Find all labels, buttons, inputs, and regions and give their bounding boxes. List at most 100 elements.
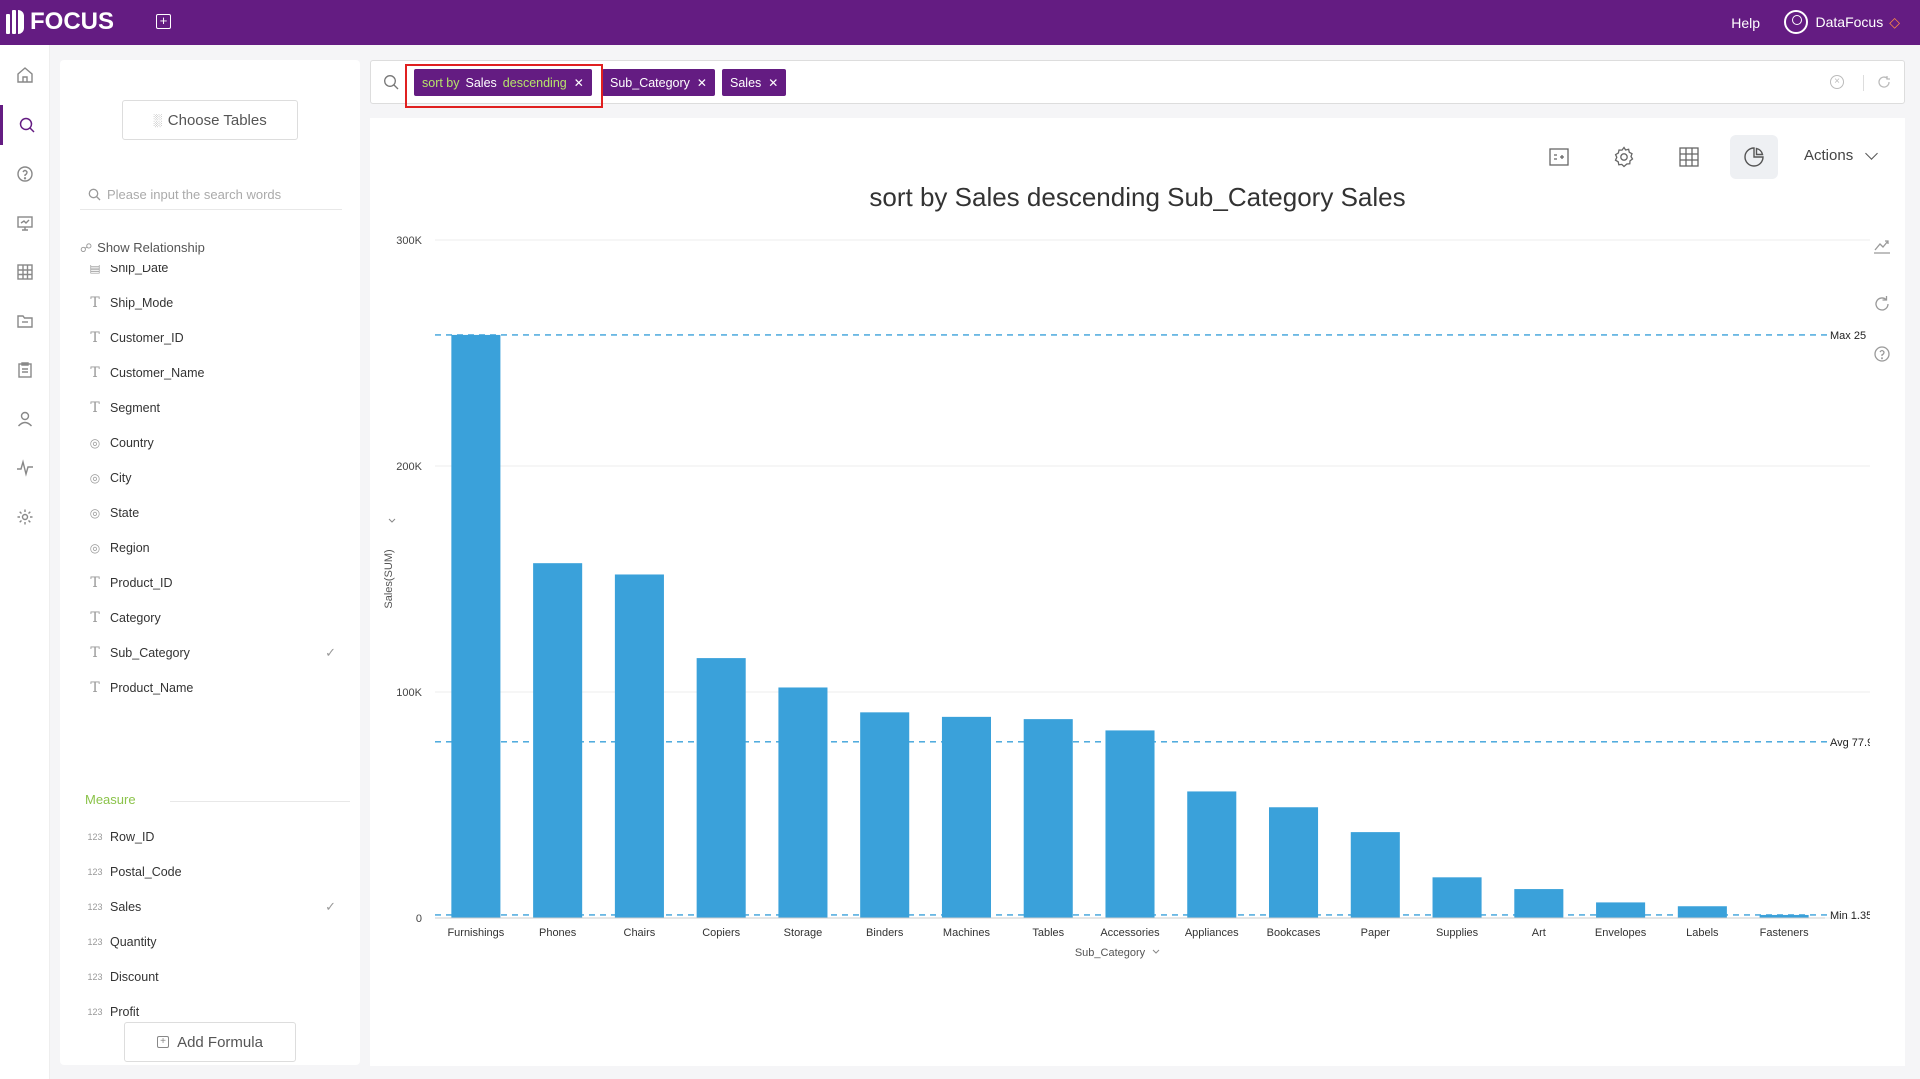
text-type-icon: T — [90, 295, 100, 311]
x-tick-label: Bookcases — [1267, 927, 1321, 939]
add-formula-button[interactable]: + Add Formula — [124, 1022, 296, 1062]
field-search-input[interactable]: Please input the search words — [80, 180, 342, 210]
search-placeholder: Please input the search words — [107, 187, 282, 202]
token-column: Sales — [730, 75, 762, 90]
field-item-country[interactable]: ◎ Country — [80, 433, 350, 453]
actions-label: Actions — [1804, 147, 1854, 164]
dashboard-icon[interactable] — [0, 203, 50, 243]
grid-table-icon[interactable] — [1665, 135, 1713, 179]
home-icon[interactable] — [0, 55, 50, 95]
field-item-product-id[interactable]: T Product_ID — [80, 573, 350, 593]
plus-icon: + — [157, 1036, 170, 1048]
field-label: Segment — [110, 401, 161, 415]
bar — [1187, 791, 1237, 918]
field-item-ship-date[interactable]: ▤ Ship_Date — [80, 265, 350, 278]
bar — [1514, 889, 1564, 918]
field-item-customer-id[interactable]: T Customer_ID — [80, 328, 350, 348]
field-item-product-name[interactable]: T Product_Name — [80, 678, 350, 698]
query-token[interactable]: Sales ✕ — [722, 69, 787, 96]
clear-icon[interactable]: × — [1830, 75, 1844, 89]
trend-line-icon[interactable] — [1872, 236, 1892, 256]
actions-menu[interactable]: Actions — [1804, 147, 1879, 164]
field-label: Sales — [110, 900, 142, 914]
field-item-state[interactable]: ◎ State — [80, 503, 350, 523]
y-tick-label: 300K — [396, 235, 422, 247]
text-type-icon: T — [90, 400, 100, 416]
field-label: State — [110, 506, 140, 520]
settings-icon[interactable] — [0, 497, 50, 537]
clipboard-icon[interactable] — [0, 350, 50, 390]
field-item-profit[interactable]: 123 Profit — [80, 1002, 350, 1022]
field-item-city[interactable]: ◎ City — [80, 468, 350, 488]
bar — [533, 563, 583, 918]
user-name: DataFocus — [1815, 14, 1884, 30]
text-type-icon: T — [90, 365, 100, 381]
bar — [778, 687, 828, 918]
measure-divider — [170, 801, 350, 802]
answer-summary-icon[interactable] — [1535, 135, 1583, 179]
link-icon: ☍ — [80, 240, 93, 255]
field-item-sales[interactable]: 123 Sales ✓ — [80, 897, 350, 917]
field-item-region[interactable]: ◎ Region — [80, 538, 350, 558]
bar — [1432, 877, 1482, 918]
logo-icon — [6, 10, 26, 34]
bar — [1677, 906, 1727, 918]
field-item-row-id[interactable]: 123 Row_ID — [80, 827, 350, 847]
x-tick-label: Machines — [943, 927, 991, 939]
logo-text: FOCUS — [30, 8, 114, 35]
query-token[interactable]: Sub_Category ✕ — [602, 69, 715, 96]
field-label: Customer_ID — [110, 331, 184, 345]
field-item-discount[interactable]: 123 Discount — [80, 967, 350, 987]
reference-line-label: Min 1.35K — [1830, 910, 1870, 922]
bar — [941, 716, 991, 918]
x-tick-label: Furnishings — [447, 927, 504, 939]
field-list: ▤ Ship_Date T Ship_Mode T Customer_ID T Custome… — [80, 265, 350, 1045]
data-sidebar: ░ Choose Tables Please input the search … — [60, 60, 360, 1065]
field-item-segment[interactable]: T Segment — [80, 398, 350, 418]
field-label: City — [110, 471, 132, 485]
geo-type-icon: ◎ — [89, 436, 101, 450]
show-relationship-link[interactable]: ☍ Show Relationship — [80, 240, 205, 255]
user-icon[interactable] — [0, 399, 50, 439]
table-icon[interactable] — [0, 252, 50, 292]
chart-title: sort by Sales descending Sub_Category Sa… — [869, 182, 1406, 212]
field-label: Ship_Mode — [110, 296, 174, 310]
user-avatar-icon — [1783, 10, 1808, 34]
top-bar: FOCUS + Help DataFocus ◇ — [0, 0, 1920, 45]
number-type-icon: 123 — [87, 867, 103, 877]
remove-token-icon[interactable]: ✕ — [768, 76, 778, 90]
folder-icon[interactable] — [0, 301, 50, 341]
gear-icon[interactable] — [1600, 135, 1648, 179]
measure-section-label: Measure — [85, 792, 136, 807]
search-nav-icon[interactable] — [0, 105, 50, 145]
reset-icon[interactable] — [1872, 294, 1892, 314]
help-link[interactable]: Help — [1731, 15, 1760, 31]
chart-type-icon[interactable] — [1730, 135, 1778, 179]
bar-chart-icon: ░ — [153, 113, 162, 127]
refresh-icon[interactable] — [1876, 74, 1892, 90]
field-label: Postal_Code — [110, 865, 182, 879]
field-item-quantity[interactable]: 123 Quantity — [80, 932, 350, 952]
remove-token-icon[interactable]: ✕ — [697, 76, 707, 90]
monitor-icon[interactable] — [0, 448, 50, 488]
field-item-sub-category[interactable]: T Sub_Category ✓ — [80, 643, 350, 663]
help-circle-icon[interactable] — [1872, 344, 1892, 364]
field-item-postal-code[interactable]: 123 Postal_Code — [80, 862, 350, 882]
field-label: Sub_Category — [110, 646, 190, 660]
text-type-icon: T — [90, 610, 100, 626]
bar — [1269, 807, 1319, 918]
bar — [614, 574, 664, 918]
new-tab-icon[interactable]: + — [156, 14, 171, 29]
field-item-customer-name[interactable]: T Customer_Name — [80, 363, 350, 383]
bar — [1105, 730, 1155, 918]
question-icon[interactable] — [0, 154, 50, 194]
field-item-category[interactable]: T Category — [80, 608, 350, 628]
focus-logo[interactable]: FOCUS — [6, 8, 114, 35]
bar — [1350, 832, 1400, 918]
choose-tables-button[interactable]: ░ Choose Tables — [122, 100, 298, 140]
reference-line-label: Avg 77.95K — [1830, 737, 1870, 749]
user-menu[interactable]: DataFocus ◇ — [1783, 10, 1900, 34]
field-label: Profit — [110, 1005, 140, 1019]
field-item-ship-mode[interactable]: T Ship_Mode — [80, 293, 350, 313]
geo-type-icon: ◎ — [89, 506, 101, 520]
